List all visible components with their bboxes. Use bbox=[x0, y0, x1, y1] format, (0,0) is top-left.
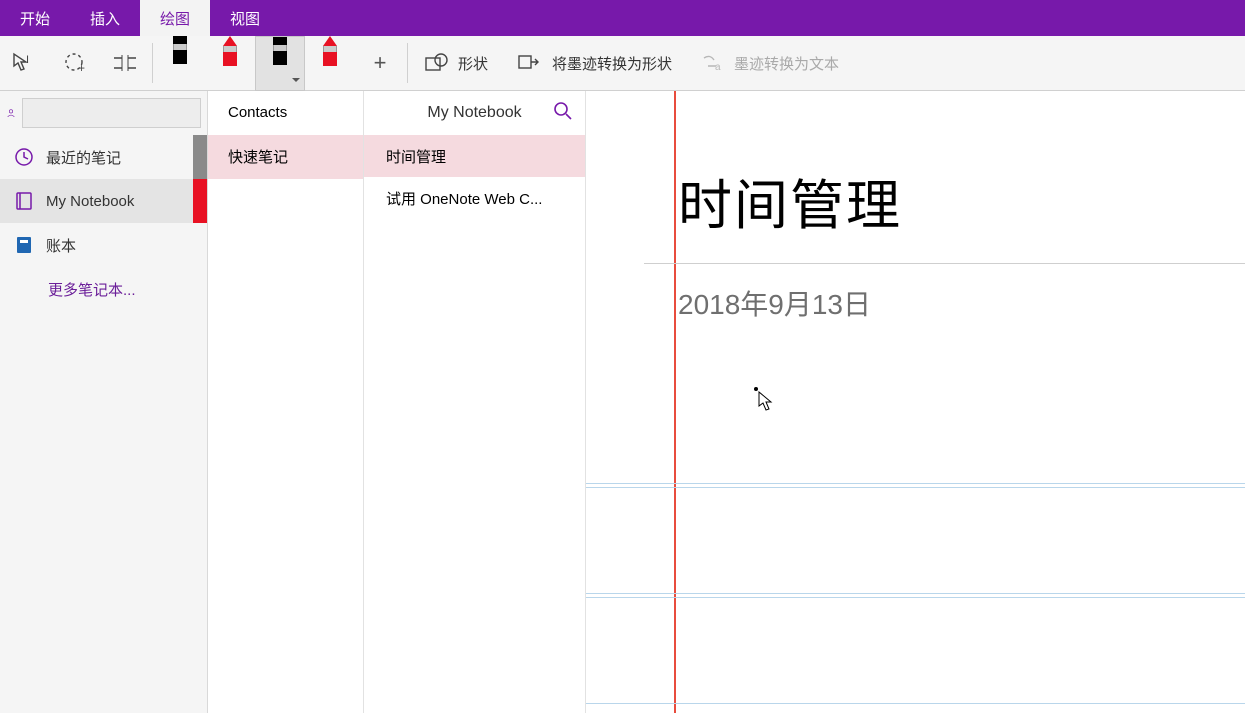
svg-text:I: I bbox=[26, 54, 29, 66]
page-list-title: My Notebook bbox=[427, 104, 521, 122]
ruled-line bbox=[586, 487, 1245, 488]
ink-to-text-label: 墨迹转换为文本 bbox=[734, 53, 839, 74]
page-list-header: My Notebook bbox=[364, 91, 585, 135]
page-title[interactable]: 时间管理 bbox=[678, 161, 902, 240]
separator bbox=[152, 43, 153, 83]
pen-black-marker-1[interactable] bbox=[155, 36, 205, 91]
page-onenote-web[interactable]: 试用 OneNote Web C... bbox=[364, 177, 585, 219]
ink-to-shape-button[interactable]: 将墨迹转换为形状 bbox=[502, 36, 686, 90]
section-contacts[interactable]: Contacts bbox=[208, 91, 363, 135]
page-list: My Notebook 时间管理 试用 OneNote Web C... bbox=[364, 91, 586, 713]
add-pen-button[interactable]: + bbox=[355, 36, 405, 91]
separator bbox=[407, 43, 408, 83]
ink-to-text-icon: a bbox=[700, 52, 724, 74]
nav-my-notebook[interactable]: My Notebook bbox=[0, 179, 207, 223]
ink-to-shape-icon bbox=[516, 52, 542, 74]
ribbon-draw: I + + bbox=[0, 36, 1245, 91]
ruled-line bbox=[586, 703, 1245, 704]
margin-rule bbox=[674, 91, 676, 713]
account-icon[interactable] bbox=[6, 102, 16, 124]
eraser-tool[interactable] bbox=[100, 36, 150, 91]
nav-ledger[interactable]: 账本 bbox=[0, 223, 207, 267]
tab-draw[interactable]: 绘图 bbox=[140, 0, 210, 36]
notebook-icon bbox=[14, 191, 34, 211]
pen-black-marker-2[interactable] bbox=[255, 36, 305, 91]
lasso-tool[interactable]: + bbox=[50, 36, 100, 91]
tab-insert[interactable]: 插入 bbox=[70, 0, 140, 36]
shapes-icon bbox=[424, 52, 448, 74]
svg-text:+: + bbox=[78, 61, 85, 74]
section-list: Contacts 快速笔记 bbox=[208, 91, 364, 713]
notebook-nav: 最近的笔记 My Notebook 账本 更多笔记本... bbox=[0, 91, 208, 713]
more-notebooks-link[interactable]: 更多笔记本... bbox=[0, 267, 207, 312]
book-icon bbox=[14, 235, 34, 255]
clock-icon bbox=[14, 147, 34, 167]
search-icon[interactable] bbox=[553, 101, 573, 126]
ink-to-text-button: a 墨迹转换为文本 bbox=[686, 36, 853, 90]
pen-red-1[interactable] bbox=[205, 36, 255, 91]
ruled-line bbox=[586, 593, 1245, 594]
pen-gallery: + bbox=[155, 36, 405, 90]
ruled-line bbox=[586, 483, 1245, 484]
tab-view[interactable]: 视图 bbox=[210, 0, 280, 36]
shapes-label: 形状 bbox=[458, 53, 488, 74]
svg-text:a: a bbox=[715, 62, 721, 73]
title-underline bbox=[644, 263, 1245, 264]
nav-recent-notes[interactable]: 最近的笔记 bbox=[0, 135, 207, 179]
text-select-tool[interactable]: I bbox=[0, 36, 50, 91]
plus-icon: + bbox=[374, 50, 387, 76]
ribbon-tabs: 开始 插入 绘图 视图 bbox=[0, 0, 1245, 36]
section-color-tab bbox=[193, 135, 207, 179]
tab-home[interactable]: 开始 bbox=[0, 0, 70, 36]
ruled-line bbox=[586, 597, 1245, 598]
nav-item-label: 最近的笔记 bbox=[46, 147, 121, 168]
cursor-icon bbox=[758, 391, 774, 411]
ink-to-shape-label: 将墨迹转换为形状 bbox=[552, 53, 672, 74]
pen-red-2[interactable] bbox=[305, 36, 355, 91]
page-date: 2018年9月13日 bbox=[678, 283, 871, 323]
nav-item-label: My Notebook bbox=[46, 193, 134, 210]
section-color-tab bbox=[193, 179, 207, 223]
nav-item-label: 账本 bbox=[46, 235, 76, 256]
note-canvas[interactable]: 时间管理 2018年9月13日 bbox=[586, 91, 1245, 713]
page-time-management[interactable]: 时间管理 bbox=[364, 135, 585, 177]
notebook-search-input[interactable] bbox=[22, 98, 201, 128]
shapes-menu[interactable]: 形状 bbox=[410, 36, 502, 90]
section-quick-notes[interactable]: 快速笔记 bbox=[208, 135, 363, 179]
